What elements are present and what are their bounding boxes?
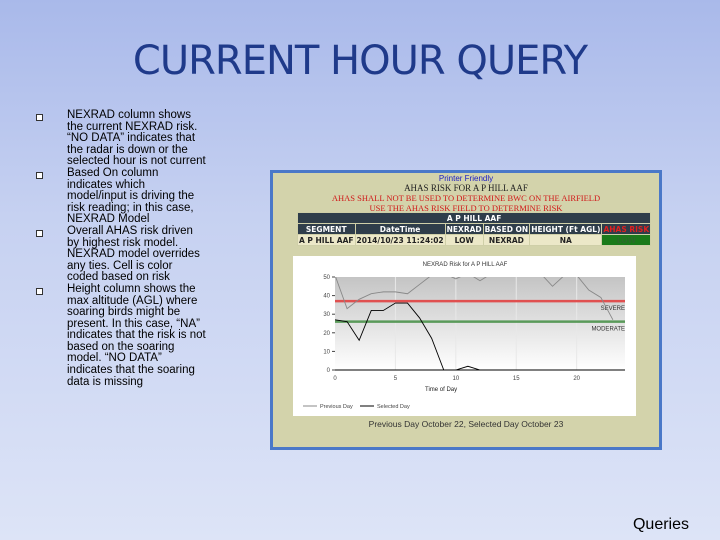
risk-title: AHAS RISK FOR A P HILL AAF: [404, 183, 528, 193]
cell-ahas-risk: LOW: [601, 234, 652, 246]
bullet-item: Overall AHAS risk driven by highest risk…: [36, 224, 206, 284]
y-tick-label: 0: [327, 368, 331, 374]
warning-1: AHAS SHALL NOT BE USED TO DETERMINE BWC …: [331, 193, 601, 203]
risk-table: A P HILL AAF SEGMENT DateTime NEXRAD BAS…: [296, 212, 652, 246]
table-caption: A P HILL AAF: [296, 212, 652, 224]
header-datetime: DateTime: [354, 223, 446, 235]
cell-based-on: NEXRAD: [482, 234, 531, 246]
bullet-item: Height column shows the max altitude (AG…: [36, 282, 206, 388]
cell-segment: A P HILL AAF: [297, 234, 356, 246]
ahas-screenshot: Printer Friendly AHAS RISK FOR A P HILL …: [270, 170, 662, 450]
y-tick-label: 30: [323, 312, 330, 318]
day-caption: Previous Day October 22, Selected Day Oc…: [368, 419, 564, 429]
header-ahas-risk: AHAS RISK: [601, 223, 652, 235]
cell-nexrad: LOW: [444, 234, 484, 246]
x-tick-label: 20: [573, 376, 580, 382]
chart-title: NEXRAD Risk for A P HILL AAF: [423, 262, 508, 268]
legend-label: Previous Day: [320, 404, 353, 410]
bullet-text: Height column shows the max altitude (AG…: [67, 282, 206, 388]
header-based-on: BASED ON: [482, 223, 531, 235]
header-height: HEIGHT (Ft AGL): [529, 223, 603, 235]
slide-title: CURRENT HOUR QUERY: [132, 38, 588, 84]
x-tick-label: 15: [513, 376, 520, 382]
square-bullet-icon: [36, 229, 43, 237]
bullet-text: NEXRAD column shows the current NEXRAD r…: [67, 109, 206, 168]
bullet-text: Based On column indicates which model/in…: [67, 166, 195, 226]
nexrad-chart: NEXRAD Risk for A P HILL AAF Time of Day…: [293, 256, 636, 416]
header-nexrad: NEXRAD: [444, 223, 484, 235]
y-tick-label: 10: [323, 349, 330, 355]
cell-datetime: 2014/10/23 11:24:02: [354, 234, 446, 246]
y-tick-label: 20: [323, 331, 330, 337]
x-tick-label: 5: [394, 376, 398, 382]
threshold-label: MODERATE: [591, 327, 625, 333]
bullet-text: Overall AHAS risk driven by highest risk…: [67, 224, 200, 284]
bullet-item: Based On column indicates which model/in…: [36, 166, 206, 226]
square-bullet-icon: [36, 114, 43, 121]
y-tick-label: 40: [323, 294, 330, 300]
bullet-list: NEXRAD column shows the current NEXRAD r…: [36, 109, 206, 388]
threshold-label: SEVERE: [601, 306, 625, 312]
x-tick-label: 10: [452, 376, 459, 382]
x-axis-label: Time of Day: [425, 387, 457, 393]
square-bullet-icon: [36, 171, 43, 179]
x-tick-label: 0: [333, 376, 337, 382]
footer-label: Queries: [632, 516, 689, 533]
printer-friendly-link[interactable]: Printer Friendly: [273, 174, 659, 183]
header-segment: SEGMENT: [297, 223, 356, 235]
square-bullet-icon: [36, 287, 43, 295]
table-row: A P HILL AAF 2014/10/23 11:24:02 LOW NEX…: [297, 234, 652, 246]
legend-label: Selected Day: [377, 404, 410, 410]
cell-height: NA: [529, 234, 603, 246]
plot-area: [335, 277, 625, 370]
bullet-item: NEXRAD column shows the current NEXRAD r…: [36, 109, 206, 168]
chart-svg: NEXRAD Risk for A P HILL AAF Time of Day…: [303, 262, 625, 410]
y-tick-label: 50: [323, 275, 330, 281]
